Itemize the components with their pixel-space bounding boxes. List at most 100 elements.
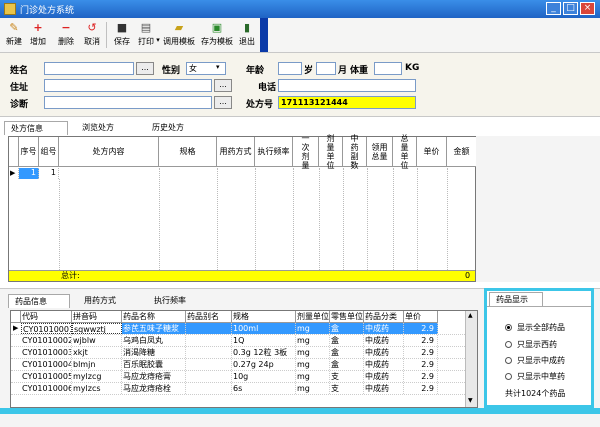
column-header[interactable]: 规格 — [232, 311, 296, 323]
column-header[interactable]: 序号 — [19, 137, 39, 167]
table-cell-seq[interactable]: 1 — [19, 168, 39, 179]
table-row[interactable]: CY01010005 mylzcg 马应龙痔疮膏 10g mg 支中成药 2.9 — [11, 371, 467, 383]
tab-rx-info[interactable]: 处方信息 — [4, 121, 68, 135]
add-button[interactable]: + 增加 — [26, 20, 50, 50]
table-cell[interactable]: mg — [296, 371, 330, 382]
print-dropdown[interactable]: ▾ — [152, 20, 160, 50]
table-cell[interactable]: 中成药 — [364, 359, 404, 370]
drug-table[interactable]: 代码 拼音码 药品名称 药品别名 规格 剂量单位 零售单位 药品分类 单价 ▶ C… — [10, 310, 478, 408]
table-cell[interactable]: 中成药 — [364, 383, 404, 394]
table-cell[interactable]: blmjn — [72, 359, 122, 370]
tab-browse-rx[interactable]: 浏览处方 — [76, 121, 120, 135]
table-cell[interactable]: wjblw — [72, 335, 122, 346]
table-cell[interactable]: 参芪五味子糖浆 — [122, 323, 186, 334]
diagnosis-input[interactable] — [44, 96, 212, 109]
table-cell[interactable]: 中成药 — [364, 335, 404, 346]
column-header[interactable]: 单价 — [417, 137, 447, 167]
delete-button[interactable]: − 删除 — [54, 20, 78, 50]
column-header[interactable]: 处方内容 — [59, 137, 159, 167]
column-header[interactable]: 用药方式 — [217, 137, 255, 167]
prescription-table[interactable]: 序号 组号 处方内容 规格 用药方式 执行频率 一次剂量 剂量单位 中药副数 领… — [8, 134, 477, 282]
column-header[interactable]: 一次剂量 — [293, 134, 319, 170]
tab-administration[interactable]: 用药方式 — [78, 294, 122, 308]
table-cell[interactable]: 0.27g 24p — [232, 359, 296, 370]
column-header[interactable]: 剂量单位 — [319, 134, 343, 170]
table-cell[interactable]: 1Q — [232, 335, 296, 346]
scroll-up-icon[interactable]: ▲ — [468, 312, 473, 319]
table-cell[interactable]: 2.9 — [404, 359, 438, 370]
minimize-button[interactable]: _ — [546, 2, 561, 15]
maximize-button[interactable]: □ — [563, 2, 578, 15]
table-cell[interactable]: 100ml — [232, 323, 296, 334]
table-cell[interactable]: 2.9 — [404, 347, 438, 358]
new-button[interactable]: ✎ 新建 — [4, 20, 24, 50]
table-row[interactable]: CY01010006 mylzcs 马应龙痔疮栓 6s mg 支中成药 2.9 — [11, 383, 467, 395]
table-cell[interactable]: 消渴降糖 — [122, 347, 186, 358]
name-input[interactable] — [44, 62, 134, 75]
column-header[interactable]: 中药副数 — [343, 134, 367, 170]
table-cell[interactable]: 马应龙痔疮膏 — [122, 371, 186, 382]
column-header[interactable]: 代码 — [21, 311, 72, 323]
chevron-down-icon[interactable]: ▾ — [216, 63, 220, 71]
table-cell[interactable] — [186, 335, 232, 346]
table-cell[interactable]: mylzcg — [72, 371, 122, 382]
table-cell[interactable]: 10g — [232, 371, 296, 382]
close-button[interactable]: × — [580, 2, 595, 15]
table-cell[interactable]: CY01010005 — [21, 371, 72, 382]
table-cell[interactable]: CY01010006 — [21, 383, 72, 394]
table-cell[interactable]: CY01010003 — [21, 347, 72, 358]
load-template-button[interactable]: ▰ 调用模板 — [162, 20, 196, 50]
radio-show-all[interactable]: 显示全部药品 — [505, 322, 565, 333]
diagnosis-lookup-button[interactable]: ... — [214, 96, 232, 109]
table-cell[interactable]: mg — [296, 323, 330, 334]
table-cell[interactable] — [186, 323, 232, 334]
column-header[interactable]: 规格 — [159, 137, 217, 167]
column-header[interactable]: 总量单位 — [393, 134, 417, 170]
table-cell[interactable]: mg — [296, 383, 330, 394]
phone-input[interactable] — [278, 79, 416, 92]
table-cell[interactable] — [186, 347, 232, 358]
weight-input[interactable] — [374, 62, 402, 75]
table-cell[interactable]: xkjt — [72, 347, 122, 358]
tab-drug-display[interactable]: 药品显示 — [489, 292, 543, 306]
column-header[interactable]: 组号 — [39, 137, 59, 167]
tab-frequency[interactable]: 执行频率 — [148, 294, 192, 308]
column-header[interactable]: 零售单位 — [330, 311, 364, 323]
save-button[interactable]: ■ 保存 — [110, 20, 134, 50]
table-cell[interactable]: 2.9 — [404, 323, 438, 334]
table-cell[interactable]: mg — [296, 359, 330, 370]
table-cell[interactable]: mg — [296, 335, 330, 346]
table-row[interactable]: CY01010003 xkjt 消渴降糖 0.3g 12粒 3板 mg 盒中成药 2.9 — [11, 347, 467, 359]
table-row[interactable]: ▶ CY01010001 sqwwztj 参芪五味子糖浆 100ml mg 盒中成药 2.9 — [11, 323, 467, 335]
table-cell[interactable] — [186, 371, 232, 382]
table-cell[interactable] — [186, 383, 232, 394]
table-cell[interactable]: 盒 — [330, 359, 364, 370]
column-header[interactable]: 领用总量 — [367, 137, 393, 167]
column-header[interactable]: 药品别名 — [186, 311, 232, 323]
table-cell[interactable]: 中成药 — [364, 371, 404, 382]
table-cell[interactable]: 2.9 — [404, 371, 438, 382]
tab-drug-info[interactable]: 药品信息 — [8, 294, 70, 308]
exit-button[interactable]: ▮ 退出 — [236, 20, 258, 50]
table-cell[interactable]: 中成药 — [364, 323, 404, 334]
tab-history-rx[interactable]: 历史处方 — [146, 121, 190, 135]
column-header[interactable]: 剂量单位 — [296, 311, 330, 323]
table-cell[interactable]: 马应龙痔疮栓 — [122, 383, 186, 394]
radio-herbal-only[interactable]: 只显示中草药 — [505, 371, 565, 382]
table-cell[interactable]: 2.9 — [404, 335, 438, 346]
radio-western-only[interactable]: 只显示西药 — [505, 339, 557, 350]
column-header[interactable]: 金额 — [447, 137, 477, 167]
address-lookup-button[interactable]: ... — [214, 79, 232, 92]
table-cell[interactable]: CY01010004 — [21, 359, 72, 370]
table-cell[interactable]: 0.3g 12粒 3板 — [232, 347, 296, 358]
table-cell[interactable]: mylzcs — [72, 383, 122, 394]
column-header[interactable]: 拼音码 — [72, 311, 122, 323]
table-cell[interactable]: 支 — [330, 383, 364, 394]
table-cell[interactable]: 支 — [330, 371, 364, 382]
save-template-button[interactable]: ▣ 存为模板 — [200, 20, 234, 50]
address-input[interactable] — [44, 79, 212, 92]
table-row[interactable]: CY01010002 wjblw 乌鸡白凤丸 1Q mg 盒中成药 2.9 — [11, 335, 467, 347]
table-cell[interactable]: CY01010001 — [21, 323, 72, 334]
column-header[interactable]: 执行频率 — [255, 137, 293, 167]
age-month-input[interactable] — [316, 62, 336, 75]
